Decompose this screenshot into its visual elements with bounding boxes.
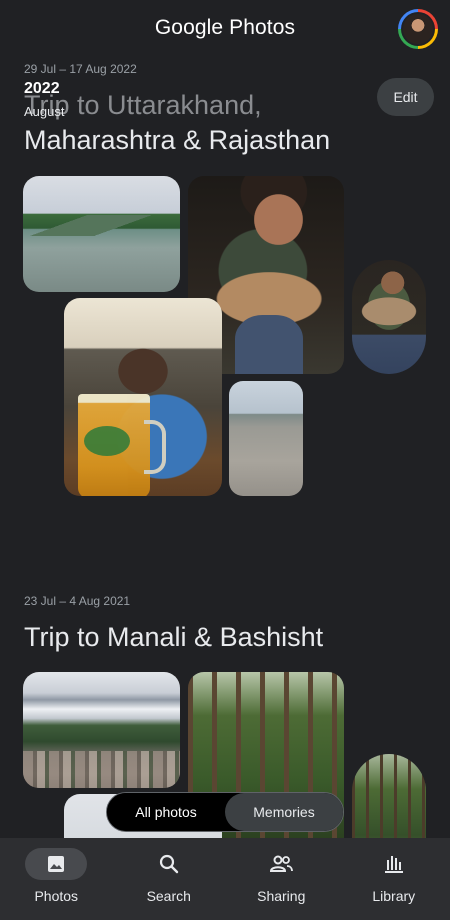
edit-button[interactable]: Edit <box>377 78 434 116</box>
photo-thumbnail[interactable] <box>23 176 180 292</box>
photo-thumbnail[interactable] <box>352 260 426 374</box>
scroll-year-label: 2022 <box>24 80 60 97</box>
photo-thumbnail[interactable] <box>229 381 303 496</box>
app-bar: Google Photos <box>0 0 450 58</box>
section-title-line1: Trip to Uttarakhand, <box>24 90 262 120</box>
photo-thumbnail[interactable] <box>64 298 222 496</box>
scroll-month-label: August <box>24 104 65 119</box>
section-title-line2: Maharashtra & Rajasthan <box>24 125 331 155</box>
nav-label: Search <box>146 888 191 904</box>
section-title: Trip to Uttarakhand, Maharashtra & Rajas… <box>24 88 330 158</box>
section-date-range: 29 Jul – 17 Aug 2022 <box>24 62 137 76</box>
people-icon <box>250 848 312 880</box>
section-title: Trip to Manali & Bashisht <box>24 622 324 652</box>
photo-thumbnail[interactable] <box>352 754 426 838</box>
nav-label: Library <box>372 888 416 904</box>
photo-feed[interactable]: 29 Jul – 17 Aug 2022 2022 August Edit Tr… <box>0 58 450 838</box>
photo-icon <box>25 848 88 880</box>
nav-item-search[interactable]: Search <box>113 838 226 920</box>
nav-item-sharing[interactable]: Sharing <box>225 838 338 920</box>
toggle-all-photos[interactable]: All photos <box>107 793 225 831</box>
avatar-image <box>403 14 433 44</box>
app-logo: Google Photos <box>0 16 450 40</box>
toggle-memories[interactable]: Memories <box>225 793 343 831</box>
photo-detail <box>84 426 130 456</box>
nav-item-library[interactable]: Library <box>338 838 450 920</box>
section-date-range: 23 Jul – 4 Aug 2021 <box>24 594 131 608</box>
brand-photos: Photos <box>229 16 296 39</box>
nav-item-photos[interactable]: Photos <box>0 838 113 920</box>
bottom-navigation: Photos Search Sharing Library <box>0 838 450 920</box>
photo-thumbnail[interactable] <box>23 672 180 788</box>
account-avatar[interactable] <box>398 9 438 49</box>
search-icon <box>138 848 200 880</box>
nav-label: Photos <box>34 888 79 904</box>
view-toggle: All photos Memories <box>106 792 344 832</box>
library-icon <box>363 848 425 880</box>
nav-label: Sharing <box>257 888 306 904</box>
brand-google: Google <box>154 16 224 39</box>
